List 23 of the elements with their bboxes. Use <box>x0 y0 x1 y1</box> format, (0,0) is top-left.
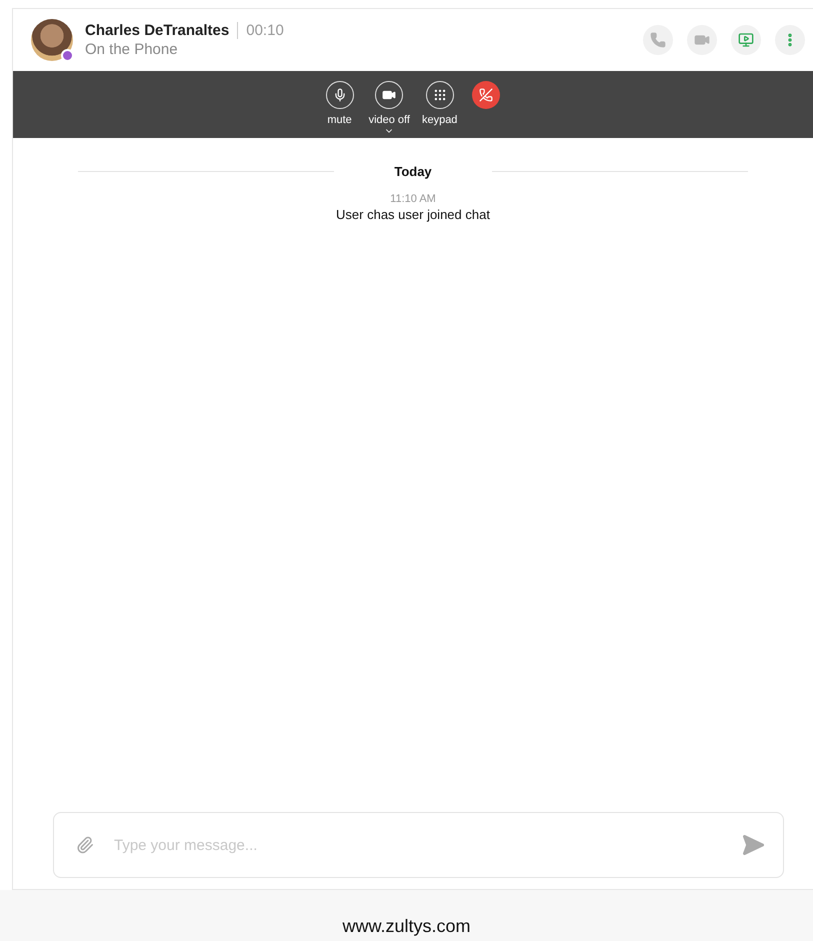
keypad-icon <box>432 88 447 102</box>
date-divider: Today <box>394 164 432 179</box>
send-icon[interactable] <box>741 833 765 857</box>
hang-up-icon <box>479 88 494 102</box>
call-status: On the Phone <box>85 41 179 58</box>
screen-share-icon <box>738 32 754 48</box>
microphone-icon <box>332 88 347 102</box>
video-button[interactable] <box>687 25 717 55</box>
message-time: 11:10 AM <box>390 193 436 205</box>
more-button[interactable] <box>775 25 805 55</box>
website-url: www.zultys.com <box>342 916 471 937</box>
contact-name: Charles DeTranaltes <box>85 22 238 39</box>
video-button[interactable]: video off <box>368 81 410 136</box>
attach-icon[interactable] <box>76 836 94 854</box>
keypad-button[interactable]: keypad <box>422 81 458 126</box>
system-message: User chas user joined chat <box>336 207 490 222</box>
video-camera-icon <box>382 88 396 102</box>
status-badge <box>61 49 74 62</box>
phone-icon <box>650 32 666 48</box>
phone-button[interactable] <box>643 25 673 55</box>
avatar <box>31 19 73 61</box>
call-duration: 00:10 <box>245 22 284 39</box>
screen-button[interactable] <box>731 25 761 55</box>
